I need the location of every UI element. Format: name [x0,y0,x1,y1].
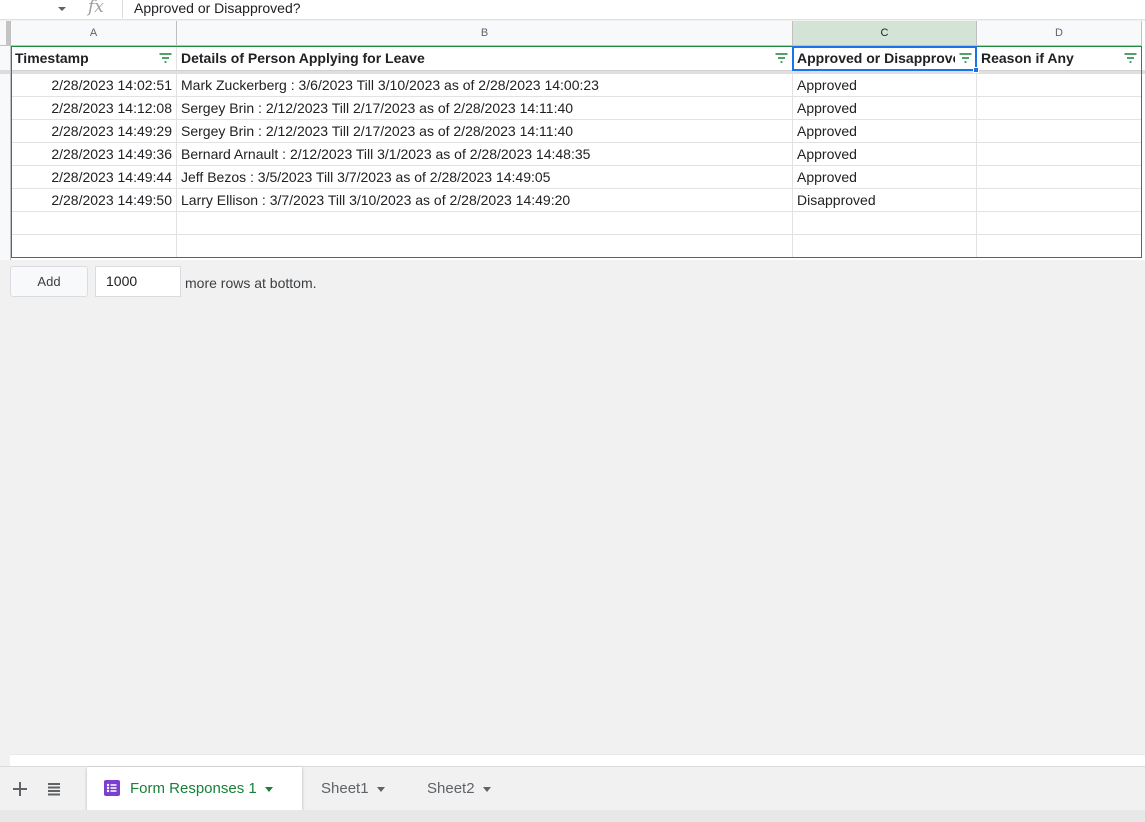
cell-b4[interactable]: Sergey Brin : 2/12/2023 Till 2/17/2023 a… [177,120,793,143]
cell-d7[interactable] [977,189,1142,212]
filter-icon[interactable] [775,53,788,63]
formula-divider [122,0,123,18]
header-label: Reason if Any [981,50,1074,66]
cell-b2[interactable]: Mark Zuckerberg : 3/6/2023 Till 3/10/202… [177,74,793,97]
row-number-gutter[interactable] [0,46,11,260]
cell-d2[interactable] [977,74,1142,97]
cell-c8[interactable] [793,212,977,235]
spreadsheet-app: fx Approved or Disapproved? A B C D Timestam… [0,0,1145,822]
filter-icon[interactable] [959,53,972,63]
add-rows-button[interactable]: Add [10,266,88,297]
cell-b7[interactable]: Larry Ellison : 3/7/2023 Till 3/10/2023 … [177,189,793,212]
cell-c2[interactable]: Approved [793,74,977,97]
formula-input[interactable]: Approved or Disapproved? [134,0,301,16]
formula-bar: fx Approved or Disapproved? [0,0,1145,20]
column-header-c[interactable]: C [793,21,977,46]
cell-d5[interactable] [977,143,1142,166]
sheet-grid: A B C D Timestamp Details of Person Applying … [0,21,1145,260]
cell-a8[interactable] [11,212,177,235]
header-label: Timestamp [15,50,89,66]
google-forms-icon [104,780,120,796]
cell-d4[interactable] [977,120,1142,143]
cell-d6[interactable] [977,166,1142,189]
header-cell-c[interactable]: Approved or Disapproved? [793,46,977,71]
cell-a9[interactable] [11,235,177,258]
add-rows-count-input[interactable]: 1000 [95,266,181,297]
sheet-tab-bar: Form Responses 1 Sheet1 Sheet2 [0,766,1145,810]
cell-a5[interactable]: 2/28/2023 14:49:36 [11,143,177,166]
cell-c9[interactable] [793,235,977,258]
sheet-tab-label: Sheet2 [427,780,475,797]
cell-c7[interactable]: Disapproved [793,189,977,212]
cell-d8[interactable] [977,212,1142,235]
cell-b6[interactable]: Jeff Bezos : 3/5/2023 Till 3/7/2023 as o… [177,166,793,189]
sheet-tab-label: Sheet1 [321,780,369,797]
tab-menu-caret-icon[interactable] [264,786,273,792]
tab-menu-caret-icon[interactable] [482,786,491,792]
sheet-tab-2[interactable]: Sheet1 [306,767,406,810]
cell-c3[interactable]: Approved [793,97,977,120]
filter-icon[interactable] [1124,53,1137,63]
column-header-a[interactable]: A [11,21,177,46]
add-sheet-icon[interactable] [10,779,30,799]
cell-c4[interactable]: Approved [793,120,977,143]
horizontal-scrollbar[interactable] [10,754,1145,766]
cell-b8[interactable] [177,212,793,235]
cell-a6[interactable]: 2/28/2023 14:49:44 [11,166,177,189]
cell-a4[interactable]: 2/28/2023 14:49:29 [11,120,177,143]
cell-c5[interactable]: Approved [793,143,977,166]
cell-a7[interactable]: 2/28/2023 14:49:50 [11,189,177,212]
sheet-tab-label: Form Responses 1 [130,780,257,797]
cell-b9[interactable] [177,235,793,258]
status-strip [0,810,1145,822]
cell-a2[interactable]: 2/28/2023 14:02:51 [11,74,177,97]
cell-b5[interactable]: Bernard Arnault : 2/12/2023 Till 3/1/202… [177,143,793,166]
column-header-b[interactable]: B [177,21,793,46]
cell-d3[interactable] [977,97,1142,120]
header-cell-d[interactable]: Reason if Any [977,46,1142,71]
freeze-handle[interactable] [6,21,10,46]
fill-handle[interactable] [973,67,979,73]
sheet-tab-3[interactable]: Sheet2 [412,767,512,810]
tab-menu-caret-icon[interactable] [376,786,385,792]
header-cell-b[interactable]: Details of Person Applying for Leave [177,46,793,71]
cell-b3[interactable]: Sergey Brin : 2/12/2023 Till 2/17/2023 a… [177,97,793,120]
add-rows-label: more rows at bottom. [185,275,317,291]
filter-icon[interactable] [159,53,172,63]
cell-c6[interactable]: Approved [793,166,977,189]
cell-d9[interactable] [977,235,1142,258]
all-sheets-menu-icon[interactable] [44,779,64,799]
sheet-tab-1[interactable]: Form Responses 1 [87,767,302,810]
namebox-dropdown-icon[interactable] [56,4,68,14]
cell-a3[interactable]: 2/28/2023 14:12:08 [11,97,177,120]
column-header-d[interactable]: D [977,21,1142,46]
header-cell-a[interactable]: Timestamp [11,46,177,71]
fx-icon: fx [88,0,104,17]
header-label: Details of Person Applying for Leave [181,50,425,66]
header-label: Approved or Disapproved? [797,50,955,66]
select-all-corner[interactable] [0,21,11,46]
